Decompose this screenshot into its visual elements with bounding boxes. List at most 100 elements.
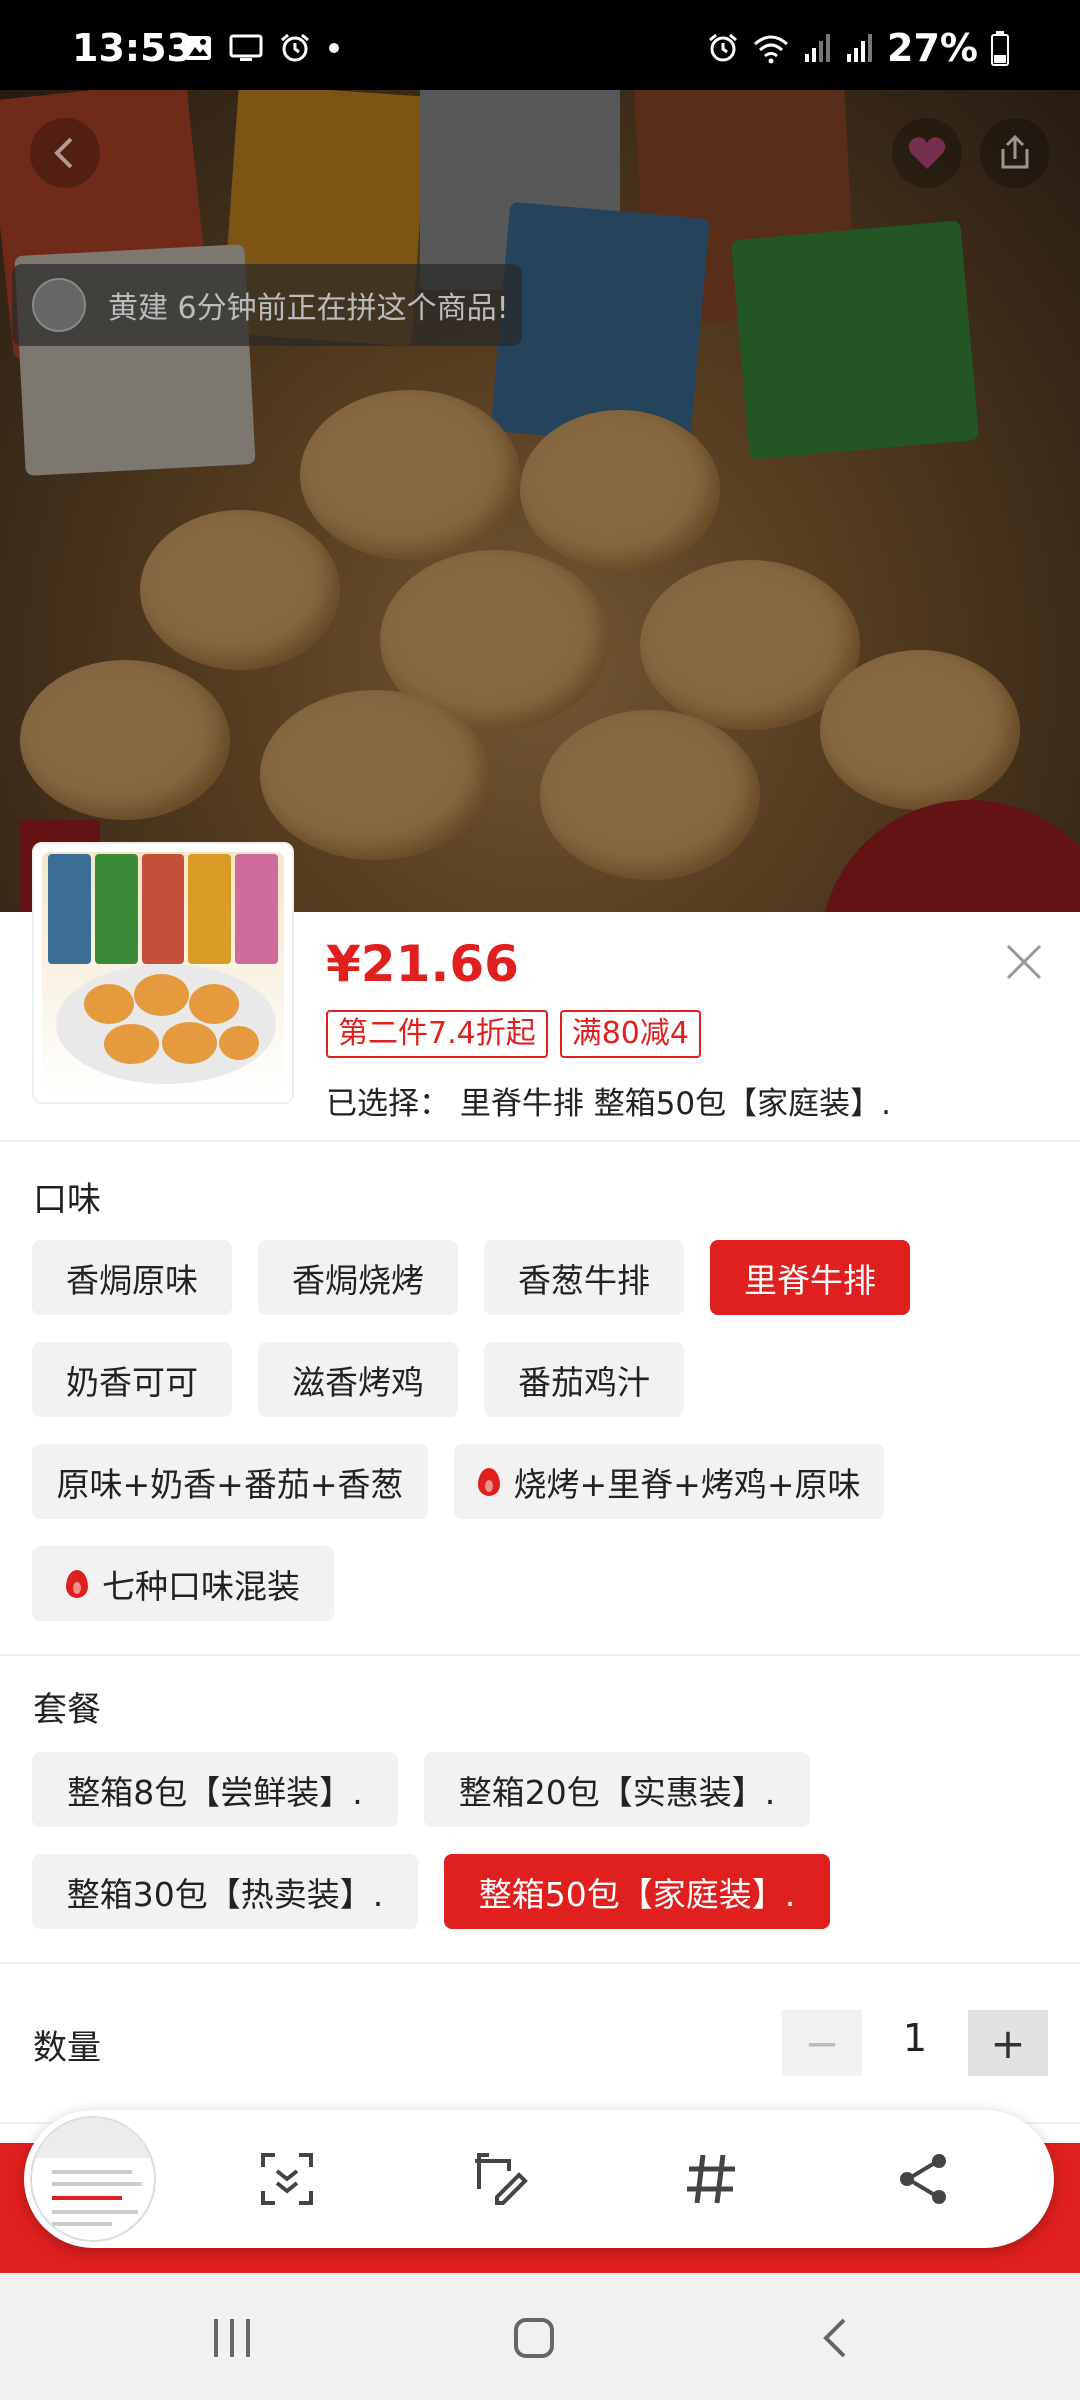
package-option-label: 整箱50包【家庭装】. <box>478 1874 796 1914</box>
flavor-option-label: 烧烤+里脊+烤鸡+原味 <box>513 1464 861 1504</box>
divider <box>0 1140 1080 1142</box>
product-thumbnail[interactable] <box>32 842 294 1104</box>
flavor-option-label: 香葱牛排 <box>518 1260 650 1300</box>
flavor-option[interactable]: 烧烤+里脊+烤鸡+原味 <box>454 1444 884 1519</box>
flavor-title: 口味 <box>33 1180 101 1220</box>
product-hero-image[interactable] <box>0 90 1080 912</box>
flavor-option[interactable]: 奶香可可 <box>32 1342 232 1417</box>
flavor-option-selected[interactable]: 里脊牛排 <box>710 1240 910 1315</box>
thumbnail-line <box>52 2170 132 2174</box>
alarm-icon <box>709 33 737 62</box>
flavor-option-label: 七种口味混装 <box>102 1566 300 1606</box>
hot-flame-icon <box>66 1569 88 1598</box>
scroll-capture-button[interactable] <box>252 2144 322 2214</box>
avatar <box>32 278 86 332</box>
edit-icon <box>475 2153 528 2205</box>
flavor-option-label: 原味+奶香+番茄+香葱 <box>56 1464 404 1504</box>
home-button[interactable] <box>494 2303 574 2373</box>
quantity-increment-button[interactable]: + <box>968 2010 1048 2076</box>
flavor-option[interactable]: 七种口味混装 <box>32 1546 334 1621</box>
dot-icon <box>329 43 339 53</box>
flavor-option[interactable]: 香焗烧烤 <box>258 1240 458 1315</box>
alarm-icon <box>281 33 309 62</box>
battery-percent: 27% <box>887 26 978 70</box>
flavor-option[interactable]: 原味+奶香+番茄+香葱 <box>32 1444 428 1519</box>
tag-button[interactable] <box>676 2144 746 2214</box>
quantity-decrement-button[interactable]: − <box>782 2010 862 2076</box>
edit-button[interactable] <box>464 2144 534 2214</box>
screen-cast-icon <box>229 34 263 61</box>
quantity-value[interactable]: 1 <box>880 2016 950 2060</box>
status-left-icons <box>183 32 341 64</box>
back-button[interactable] <box>30 118 100 188</box>
status-bar: 13:53 27% <box>0 0 1080 90</box>
status-time: 13:53 <box>72 26 193 70</box>
selected-prefix: 已选择： <box>326 1086 450 1122</box>
promo-tag: 第二件7.4折起 <box>326 1010 548 1058</box>
cracker-graphic <box>162 1022 217 1064</box>
close-button[interactable] <box>1000 938 1048 986</box>
package-option[interactable]: 整箱30包【热卖装】. <box>32 1854 418 1929</box>
cracker-graphic <box>219 1026 259 1060</box>
package-option-label: 整箱8包【尝鲜装】. <box>67 1772 363 1812</box>
group-buy-toast: 黄建 6分钟前正在拼这个商品! <box>12 264 522 346</box>
package-title: 套餐 <box>33 1690 101 1730</box>
plus-label: + <box>990 2018 1026 2068</box>
chevron-left-icon <box>54 137 73 169</box>
screenshot-toolbar <box>24 2110 1054 2248</box>
package-option-label: 整箱30包【热卖装】. <box>66 1874 384 1914</box>
flavor-option-label: 滋香烤鸡 <box>292 1362 424 1402</box>
hashtag-icon <box>687 2154 735 2204</box>
flavor-option-label: 香焗原味 <box>66 1260 198 1300</box>
flavor-option[interactable]: 香焗原味 <box>32 1240 232 1315</box>
price: ¥21.66 <box>326 935 519 993</box>
minus-label: − <box>804 2018 840 2068</box>
flavor-option-label: 奶香可可 <box>66 1362 198 1402</box>
back-icon <box>823 2318 846 2358</box>
selected-value: 里脊牛排 整箱50包【家庭装】. <box>459 1086 892 1122</box>
signal-icon <box>805 34 831 62</box>
scroll-capture-icon <box>261 2153 313 2205</box>
flavor-option-label: 香焗烧烤 <box>292 1260 424 1300</box>
favorite-button[interactable] <box>892 118 962 188</box>
hot-flame-icon <box>477 1467 500 1496</box>
nav-back-button[interactable] <box>796 2303 876 2373</box>
toast-text: 黄建 6分钟前正在拼这个商品! <box>108 291 509 326</box>
share-icon <box>900 2154 946 2204</box>
cracker-graphic <box>189 984 239 1024</box>
share-box-icon <box>1001 134 1029 169</box>
home-icon <box>514 2318 554 2358</box>
package-option[interactable]: 整箱20包【实惠装】. <box>424 1752 810 1827</box>
thumbnail-header <box>32 2118 154 2158</box>
selected-summary: 已选择： 里脊牛排 整箱50包【家庭装】. <box>326 1078 891 1123</box>
divider <box>0 1654 1080 1656</box>
promo-tags: 第二件7.4折起 满80减4 <box>326 1010 701 1058</box>
thumbnail-line <box>52 2222 112 2226</box>
battery-icon <box>991 31 1009 66</box>
flavor-option[interactable]: 香葱牛排 <box>484 1240 684 1315</box>
thumbnail-line <box>52 2210 138 2214</box>
package-option[interactable]: 整箱8包【尝鲜装】. <box>32 1752 398 1827</box>
cracker-graphic <box>104 1024 159 1064</box>
close-icon <box>1006 944 1042 980</box>
share-button[interactable] <box>980 118 1050 188</box>
hero-overlay <box>0 90 1080 912</box>
cracker-graphic <box>134 974 189 1016</box>
quantity-label: 数量 <box>33 2028 101 2068</box>
flavor-option-label: 番茄鸡汁 <box>518 1362 650 1402</box>
screenshot-thumbnail[interactable] <box>30 2116 156 2242</box>
image-icon <box>185 36 211 60</box>
recent-apps-button[interactable] <box>192 2303 272 2373</box>
thumbnail-line <box>52 2196 122 2200</box>
package-option-selected[interactable]: 整箱50包【家庭装】. <box>444 1854 830 1929</box>
flavor-option[interactable]: 番茄鸡汁 <box>484 1342 684 1417</box>
package-option-label: 整箱20包【实惠装】. <box>458 1772 776 1812</box>
share-screenshot-button[interactable] <box>888 2144 958 2214</box>
signal-icon <box>847 34 873 62</box>
thumbnail-packages <box>48 854 278 964</box>
system-nav-bar <box>0 2273 1080 2400</box>
promo-tag: 满80减4 <box>559 1010 701 1058</box>
cracker-graphic <box>84 984 134 1024</box>
flavor-option[interactable]: 滋香烤鸡 <box>258 1342 458 1417</box>
heart-icon <box>908 137 946 169</box>
